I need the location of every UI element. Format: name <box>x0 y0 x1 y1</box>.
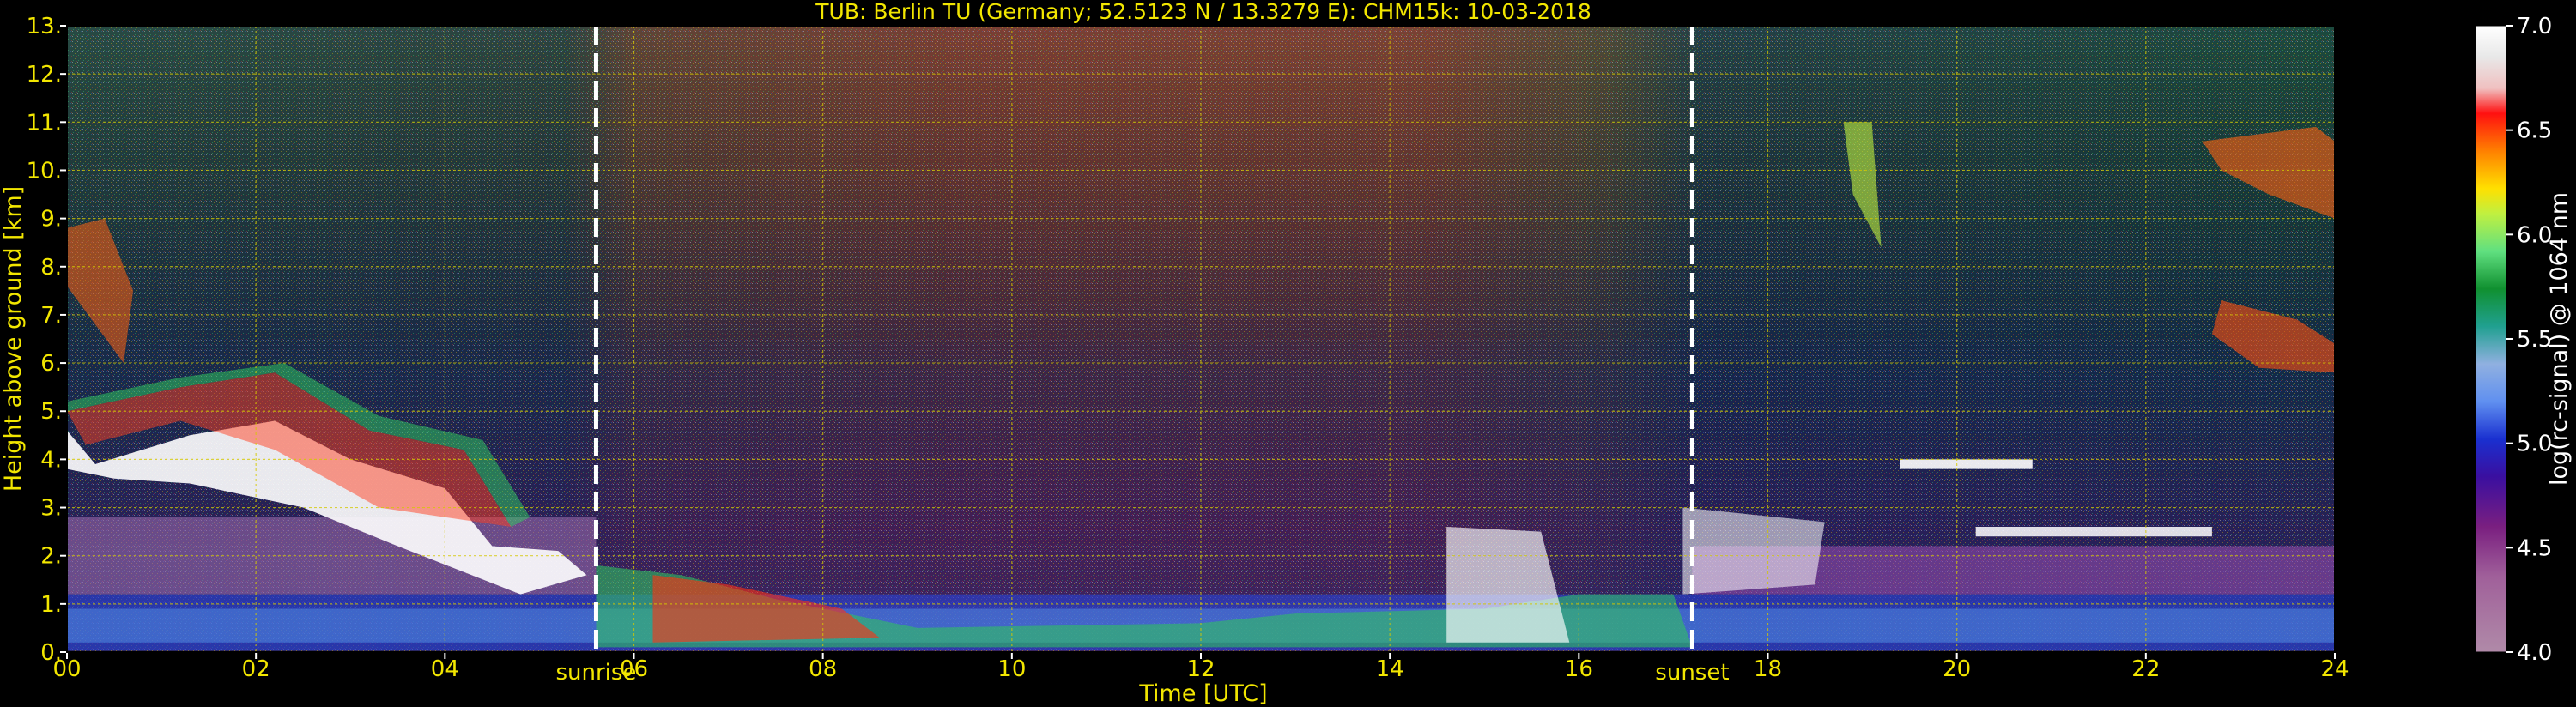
x-tick-label: 14 <box>1376 656 1404 682</box>
x-tick-label: 10 <box>997 656 1026 682</box>
colorbar-label: log(rc-signal) @ 1064 nm <box>2546 192 2573 486</box>
colorbar-tick-label: 4.5 <box>2517 535 2552 561</box>
x-tick-label: 24 <box>2320 656 2349 682</box>
colorbar-tick-label: 7.0 <box>2517 14 2552 39</box>
y-tick-label: 4. <box>40 447 62 473</box>
y-tick-label: 12. <box>27 62 62 88</box>
y-tick-label: 8. <box>40 255 62 281</box>
x-tick-label: 02 <box>242 656 270 682</box>
chart-title: TUB: Berlin TU (Germany; 52.5123 N / 13.… <box>815 0 1591 24</box>
colorbar-tick-label: 6.5 <box>2517 118 2552 144</box>
y-tick-label: 6. <box>40 351 62 377</box>
colorbar: 4.04.55.05.56.06.57.0 log(rc-signal) @ 1… <box>2475 14 2573 666</box>
y-axis-label: Height above ground [km] <box>0 186 27 492</box>
x-tick-label: 04 <box>431 656 459 682</box>
sunset-label: sunset <box>1655 660 1729 686</box>
y-tick-label: 11. <box>27 110 62 136</box>
x-tick-label: 16 <box>1565 656 1593 682</box>
x-tick-label: 22 <box>2131 656 2160 682</box>
y-tick-label: 1. <box>40 592 62 618</box>
x-tick-label: 18 <box>1754 656 1782 682</box>
cirrus-21h <box>1975 527 2212 537</box>
y-tick-label: 13. <box>27 14 62 39</box>
x-tick-label: 08 <box>809 656 837 682</box>
y-tick-label: 0. <box>40 640 62 666</box>
x-tick-label: 20 <box>1943 656 1971 682</box>
x-tick-label: 06 <box>620 656 648 682</box>
y-tick-label: 5. <box>40 399 62 425</box>
colorbar-gradient <box>2475 25 2507 653</box>
y-tick-label: 7. <box>40 303 62 329</box>
x-axis-label: Time [UTC] <box>1138 680 1267 707</box>
y-tick-label: 3. <box>40 496 62 522</box>
backscatter-chart: sunrise sunset 00 02 04 06 08 10 12 14 16 18 20 22 24… <box>0 0 2573 707</box>
cirrus-20h <box>1900 459 2033 469</box>
evening-cloud <box>1682 507 1825 595</box>
x-tick-label: 12 <box>1186 656 1215 682</box>
y-tick-label: 9. <box>40 207 62 233</box>
y-tick-label: 10. <box>27 158 62 184</box>
colorbar-tick-label: 4.0 <box>2517 640 2552 666</box>
y-tick-label: 2. <box>40 544 62 570</box>
